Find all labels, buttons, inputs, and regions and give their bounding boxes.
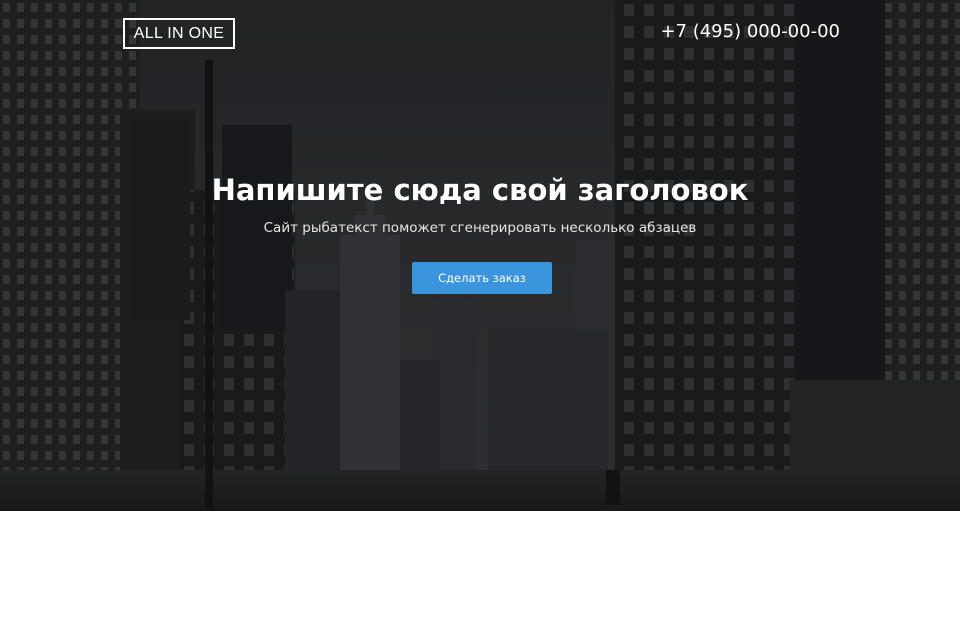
hero-section: ALL IN ONE +7 (495) 000-00-00 Напишите с… xyxy=(0,0,960,511)
hero-title: Напишите сюда свой заголовок xyxy=(211,173,749,207)
hero-subtitle: Сайт рыбатекст поможет сгенерировать нес… xyxy=(263,220,697,236)
content-area xyxy=(0,511,960,640)
logo[interactable]: ALL IN ONE xyxy=(123,18,235,49)
hero-dark-overlay xyxy=(0,0,960,511)
phone-link[interactable]: +7 (495) 000-00-00 xyxy=(660,20,840,44)
order-button[interactable]: Сделать заказ xyxy=(412,262,552,294)
